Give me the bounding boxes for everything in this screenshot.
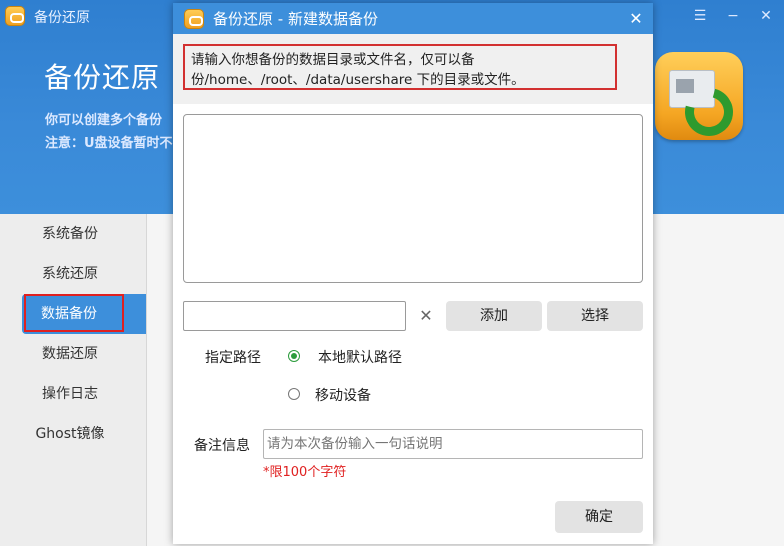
sidebar-item-system-restore[interactable]: 系统还原 <box>0 254 146 294</box>
radio-label-mobile[interactable]: 移动设备 <box>315 385 371 405</box>
sidebar-item-system-backup[interactable]: 系统备份 <box>0 214 146 254</box>
character-limit-hint: *限100个字符 <box>263 465 347 480</box>
hero-note: 注意：U盘设备暂时不 <box>45 136 173 151</box>
hero-description: 你可以创建多个备份 <box>45 113 163 128</box>
path-input[interactable] <box>183 301 406 331</box>
radio-label-local[interactable]: 本地默认路径 <box>318 347 402 367</box>
dialog-title: 备份还原 - 新建数据备份 <box>213 10 378 28</box>
sidebar-item-data-backup[interactable]: 数据备份 <box>22 294 146 334</box>
note-label: 备注信息 <box>194 438 250 454</box>
hero-title: 备份还原 <box>44 61 161 94</box>
select-button[interactable]: 选择 <box>547 301 643 331</box>
clear-icon[interactable]: ✕ <box>417 305 435 327</box>
dialog-info-panel: 请输入你想备份的数据目录或文件名，仅可以备份/home、/root、/data/… <box>173 34 653 104</box>
window-close-icon[interactable]: ✕ <box>756 6 776 26</box>
sidebar-item-operation-log[interactable]: 操作日志 <box>0 374 146 414</box>
radio-mobile-device[interactable] <box>288 388 300 400</box>
confirm-button[interactable]: 确定 <box>555 501 643 533</box>
sidebar-item-ghost-image[interactable]: Ghost镜像 <box>0 414 146 454</box>
note-input[interactable] <box>263 429 643 459</box>
dialog-titlebar: 备份还原 - 新建数据备份 ✕ <box>173 3 653 34</box>
sidebar: 系统备份 系统还原 数据备份 数据还原 操作日志 Ghost镜像 <box>0 214 147 546</box>
app-title: 备份还原 <box>34 10 90 26</box>
dialog-app-icon <box>184 9 204 29</box>
backup-path-list[interactable] <box>183 114 643 283</box>
backup-instruction-text: 请输入你想备份的数据目录或文件名，仅可以备份/home、/root、/data/… <box>183 44 617 90</box>
minimize-icon[interactable]: − <box>723 6 743 26</box>
new-data-backup-dialog: 备份还原 - 新建数据备份 ✕ 请输入你想备份的数据目录或文件名，仅可以备份/h… <box>173 3 653 544</box>
app-logo-icon <box>5 6 25 26</box>
highlight-box <box>24 294 124 332</box>
backup-restore-illustration-icon <box>655 52 743 145</box>
radio-local-default-path[interactable] <box>288 350 300 362</box>
dialog-close-icon[interactable]: ✕ <box>625 8 647 30</box>
menu-icon[interactable]: ☰ <box>690 6 710 26</box>
sidebar-item-data-restore[interactable]: 数据还原 <box>0 334 146 374</box>
add-button[interactable]: 添加 <box>446 301 542 331</box>
target-path-label: 指定路径 <box>205 350 261 366</box>
